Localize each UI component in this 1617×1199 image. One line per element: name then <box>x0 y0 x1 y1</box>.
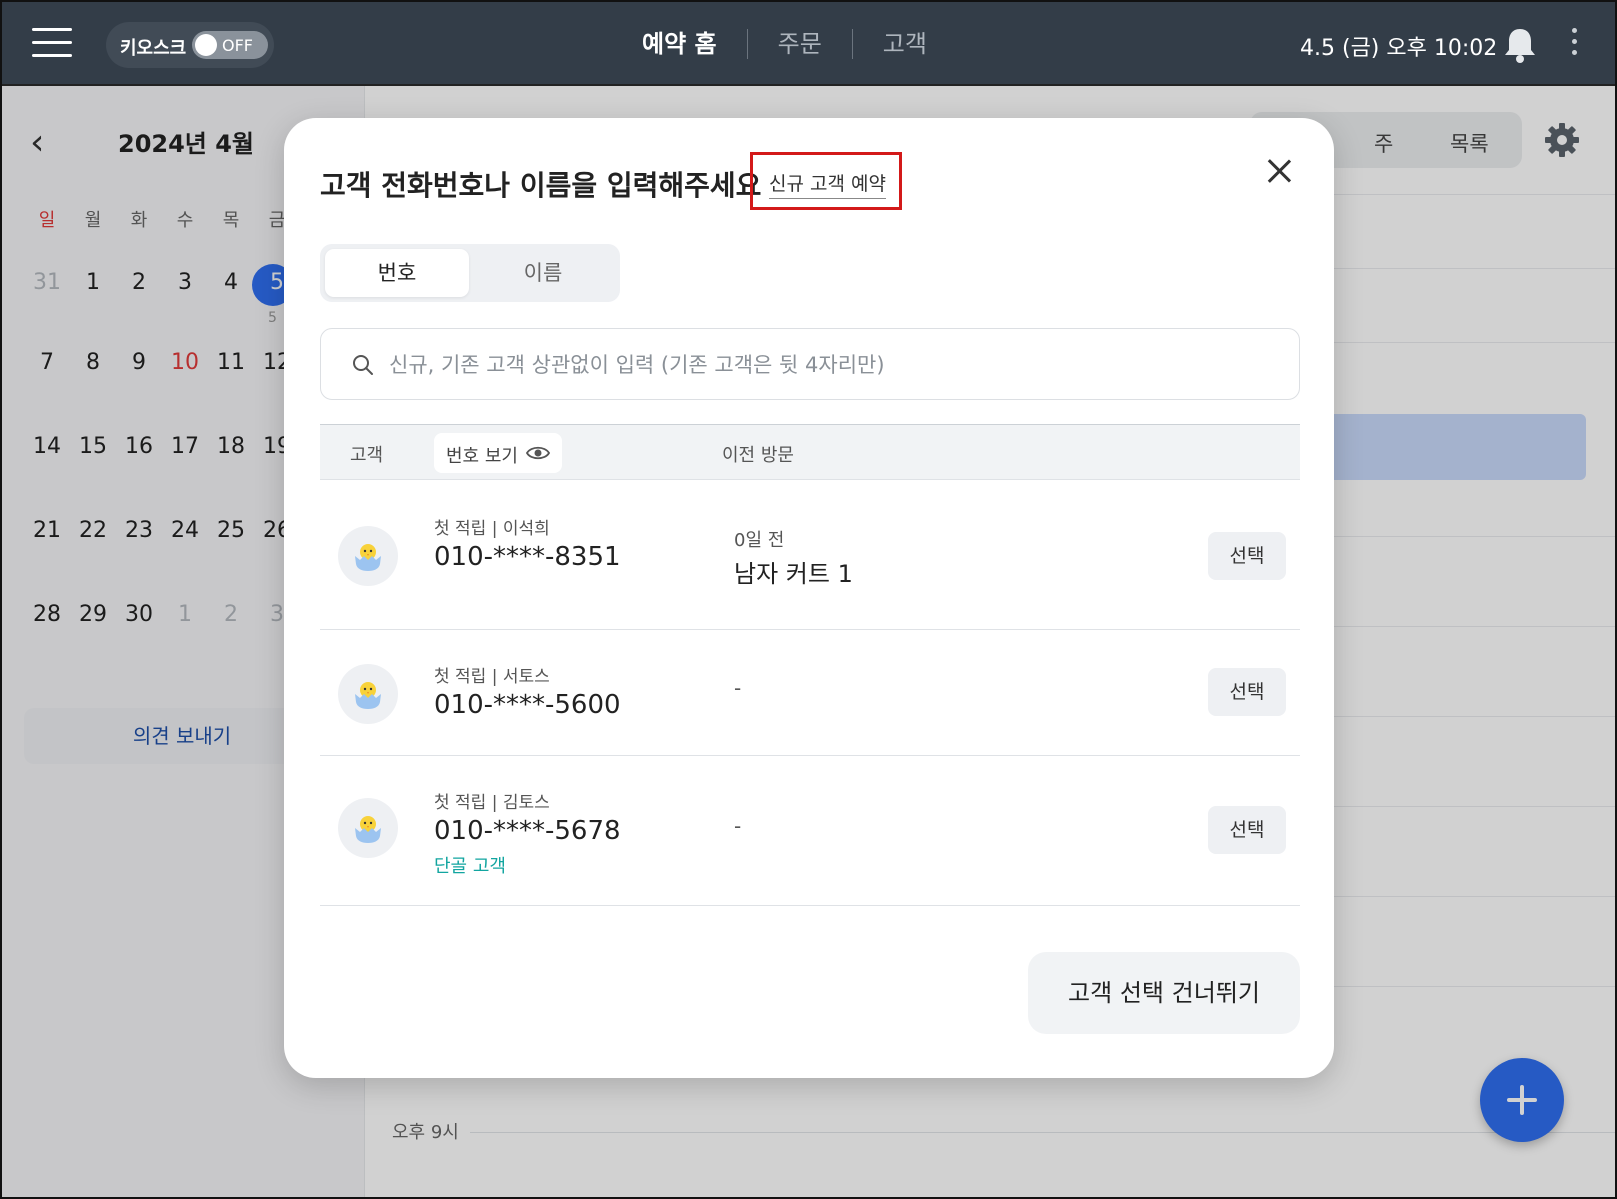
skip-customer-selection-button[interactable]: 고객 선택 건너뛰기 <box>1028 952 1300 1034</box>
select-customer-button[interactable]: 선택 <box>1208 532 1286 580</box>
close-icon[interactable] <box>1264 156 1294 186</box>
table-header: 고객 번호 보기 이전 방문 <box>320 424 1300 480</box>
visit-service: - <box>734 814 742 838</box>
visit-service: 남자 커트 1 <box>734 560 853 588</box>
main-nav: 예약 홈 주문 고객 <box>612 24 957 64</box>
customer-phone: 010-****-8351 <box>434 542 621 572</box>
search-icon <box>353 355 373 375</box>
select-customer-button[interactable]: 선택 <box>1208 806 1286 854</box>
nav-reservation-home[interactable]: 예약 홈 <box>612 24 747 64</box>
customer-meta: 첫 적립 | 서토스 <box>434 667 550 687</box>
chick-icon <box>355 816 381 843</box>
chick-icon <box>355 682 381 709</box>
chick-icon <box>355 544 381 571</box>
avatar <box>338 798 398 858</box>
select-customer-button[interactable]: 선택 <box>1208 668 1286 716</box>
tab-name[interactable]: 이름 <box>471 249 615 297</box>
customer-phone: 010-****-5678 <box>434 816 621 846</box>
kiosk-state: OFF <box>222 36 253 55</box>
nav-orders[interactable]: 주문 <box>748 24 852 64</box>
column-customer: 고객 <box>350 445 384 466</box>
table-row[interactable]: 첫 적립 | 김토스 010-****-5678 단골 고객 - 선택 <box>320 756 1300 906</box>
regular-customer-tag: 단골 고객 <box>434 856 506 877</box>
clock: 4.5 (금) 오후 10:02 <box>1300 36 1498 61</box>
tab-number[interactable]: 번호 <box>325 249 469 297</box>
kiosk-toggle[interactable]: OFF <box>192 31 268 59</box>
search-input[interactable] <box>389 343 1279 387</box>
avatar <box>338 526 398 586</box>
show-number-button[interactable]: 번호 보기 <box>434 433 562 473</box>
show-number-label: 번호 보기 <box>446 446 518 467</box>
kiosk-label: 키오스크 <box>120 38 187 59</box>
column-previous-visit: 이전 방문 <box>722 445 794 466</box>
search-mode-tabs: 번호 이름 <box>320 244 620 302</box>
visit-ago: 0일 전 <box>734 530 785 551</box>
table-row[interactable]: 첫 적립 | 이석희 010-****-8351 0일 전 남자 커트 1 선택 <box>320 480 1300 630</box>
menu-icon[interactable] <box>32 28 72 58</box>
customer-meta: 첫 적립 | 김토스 <box>434 793 550 813</box>
customer-meta: 첫 적립 | 이석희 <box>434 519 550 539</box>
customer-phone: 010-****-5600 <box>434 690 621 720</box>
nav-customers[interactable]: 고객 <box>853 24 957 64</box>
bell-icon[interactable] <box>1502 26 1538 64</box>
kiosk-toggle-group[interactable]: 키오스크 OFF <box>106 22 274 68</box>
toggle-knob <box>195 34 217 56</box>
visit-service: - <box>734 676 742 700</box>
new-customer-reservation-link[interactable]: 신규 고객 예약 <box>750 152 902 210</box>
avatar <box>338 664 398 724</box>
table-row[interactable]: 첫 적립 | 서토스 010-****-5600 - 선택 <box>320 630 1300 756</box>
new-customer-label: 신규 고객 예약 <box>769 169 886 199</box>
customer-search-modal: 고객 전화번호나 이름을 입력해주세요 신규 고객 예약 번호 이름 고객 번호… <box>284 118 1334 1078</box>
search-box <box>320 328 1300 400</box>
top-bar: 키오스크 OFF 예약 홈 주문 고객 4.5 (금) 오후 10:02 <box>0 0 1617 86</box>
modal-title: 고객 전화번호나 이름을 입력해주세요 <box>320 169 762 202</box>
eye-icon <box>526 446 550 460</box>
more-options-icon[interactable] <box>1568 28 1580 62</box>
